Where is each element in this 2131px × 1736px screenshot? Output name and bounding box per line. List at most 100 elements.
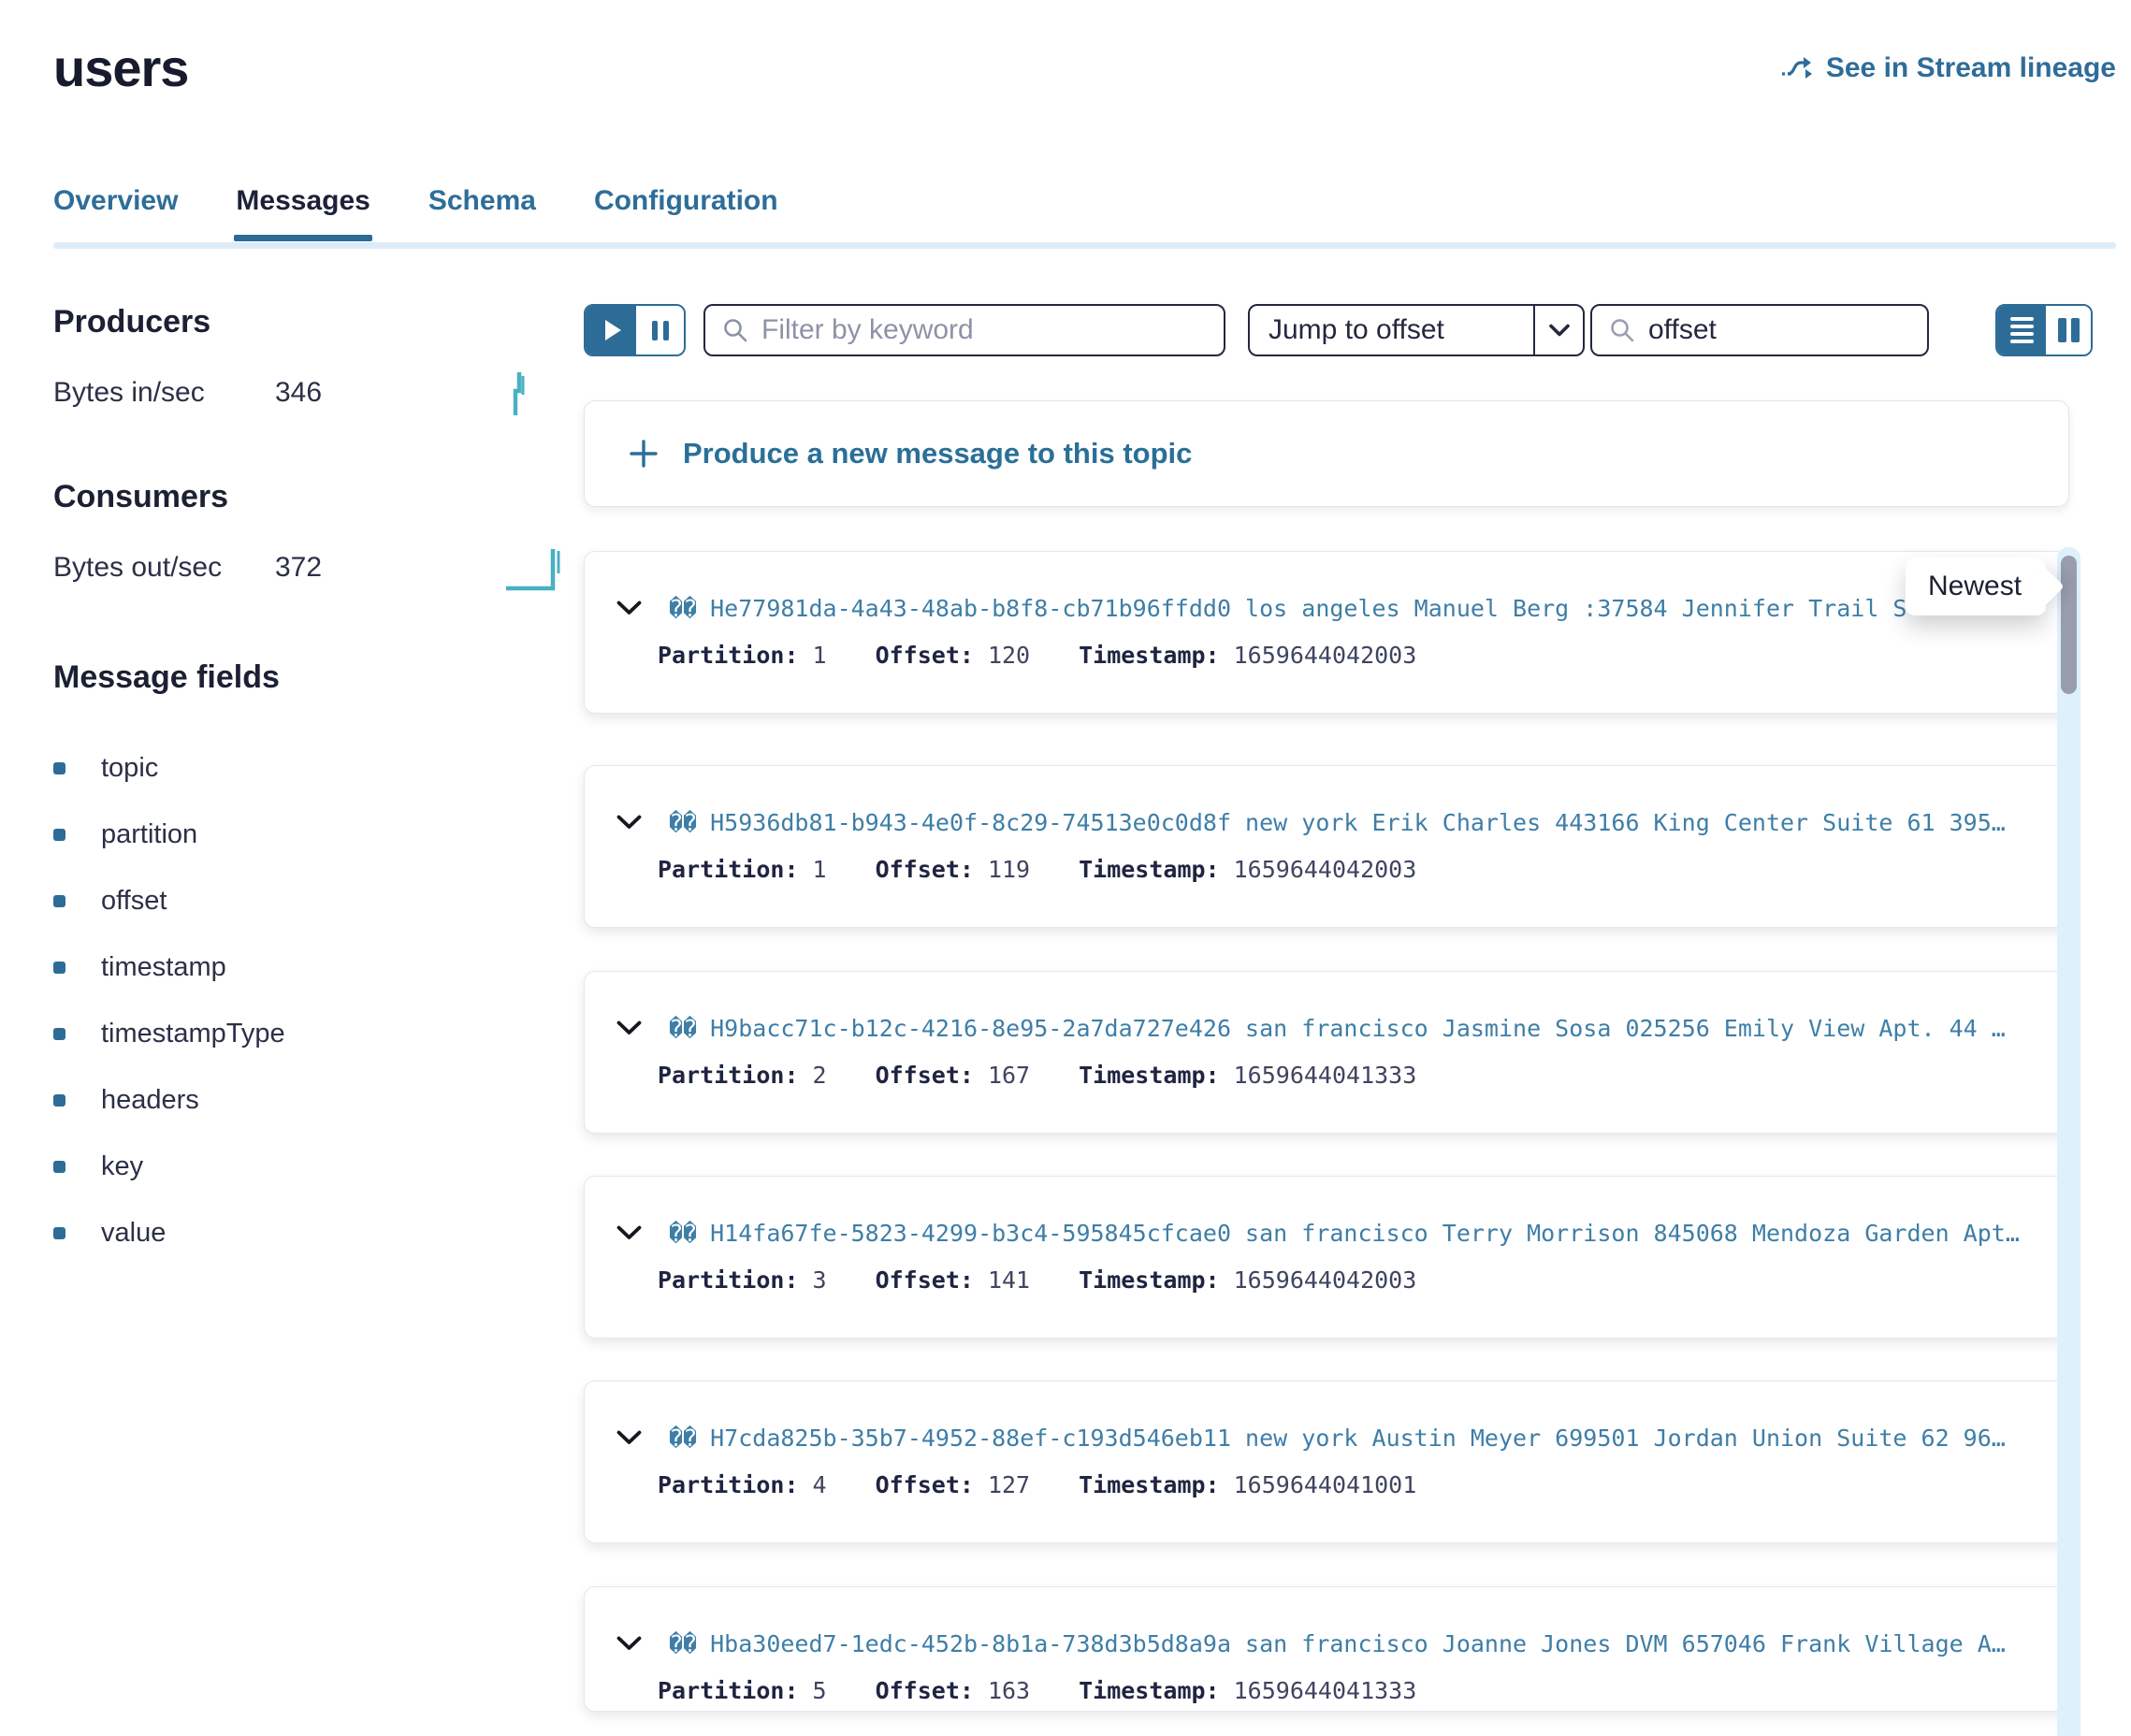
message-preview: ��H9bacc71c-b12c-4216-8e95-2a7da727e426 …	[669, 1015, 2035, 1042]
produce-message-button[interactable]: Produce a new message to this topic	[584, 400, 2069, 507]
active-tab-indicator	[234, 235, 371, 241]
partition-meta: Partition:4	[658, 1471, 827, 1498]
message-preview: ��Hba30eed7-1edc-452b-8b1a-738d3b5d8a9a …	[669, 1630, 2035, 1657]
live-consume-toggle	[584, 304, 686, 356]
list-view-button[interactable]	[1997, 306, 2046, 354]
message-meta: Partition:4 Offset:127 Timestamp:1659644…	[658, 1471, 1416, 1498]
message-list-scrollbar-thumb[interactable]	[2061, 556, 2077, 694]
tab-configuration[interactable]: Configuration	[594, 185, 778, 241]
field-bullet-icon	[53, 895, 65, 907]
field-bullet-icon	[53, 1161, 65, 1173]
partition-meta: Partition:1	[658, 856, 827, 883]
messages-toolbar: Jump to offset	[584, 304, 2092, 356]
newest-tooltip-label: Newest	[1928, 571, 2022, 602]
expand-chevron-icon[interactable]	[616, 1430, 642, 1450]
message-preview-text: H5936db81-b943-4e0f-8c29-74513e0c0d8f ne…	[710, 809, 2006, 836]
keyword-filter-field	[703, 304, 1225, 356]
message-row[interactable]: �� He77981da-4a43-48ab-b8f8-cb71b96ffdd0 …	[584, 551, 2069, 714]
tab-overview[interactable]: Overview	[53, 185, 178, 241]
offset-meta: Offset:141	[876, 1266, 1031, 1294]
play-icon	[605, 320, 621, 340]
field-label: offset	[101, 886, 167, 917]
select-chevron-segment[interactable]	[1533, 306, 1583, 354]
offset-meta: Offset:167	[876, 1062, 1031, 1089]
message-row[interactable]: ��H7cda825b-35b7-4952-88ef-c193d546eb11 …	[584, 1381, 2069, 1543]
field-label: partition	[101, 819, 197, 850]
message-row[interactable]: ��Hba30eed7-1edc-452b-8b1a-738d3b5d8a9a …	[584, 1586, 2069, 1712]
timestamp-meta: Timestamp:1659644042003	[1079, 642, 1416, 669]
timestamp-meta: Timestamp:1659644041333	[1079, 1062, 1416, 1089]
bytes-in-label: Bytes in/sec	[53, 377, 275, 409]
offset-meta: Offset:163	[876, 1677, 1031, 1704]
message-field-item: timestampType	[53, 1001, 540, 1067]
message-field-item: partition	[53, 802, 540, 868]
offset-meta: Offset:127	[876, 1471, 1031, 1498]
producers-heading: Producers	[53, 304, 540, 340]
message-row[interactable]: ��H5936db81-b943-4e0f-8c29-74513e0c0d8f …	[584, 765, 2069, 928]
field-label: value	[101, 1218, 166, 1249]
timestamp-meta: Timestamp:1659644041001	[1079, 1471, 1416, 1498]
expand-chevron-icon[interactable]	[616, 1225, 642, 1245]
tab-track-line	[53, 242, 2116, 249]
message-preview: �� He77981da-4a43-48ab-b8f8-cb71b96ffdd0 …	[669, 595, 2035, 622]
timestamp-meta: Timestamp:1659644042003	[1079, 856, 1416, 883]
message-field-item: topic	[53, 735, 540, 802]
stream-lineage-icon	[1780, 54, 1814, 82]
message-preview-text: H9bacc71c-b12c-4216-8e95-2a7da727e426 sa…	[710, 1015, 2006, 1042]
jump-to-offset-select[interactable]: Jump to offset	[1248, 304, 1585, 356]
message-meta: Partition:1 Offset:120 Timestamp:1659644…	[658, 642, 1416, 669]
message-meta: Partition:2 Offset:167 Timestamp:1659644…	[658, 1062, 1416, 1089]
field-label: topic	[101, 753, 158, 784]
chevron-down-icon	[1548, 324, 1571, 337]
offset-meta: Offset:119	[876, 856, 1031, 883]
list-view-icon	[2010, 317, 2034, 343]
decode-error-glyphs: ��	[669, 595, 697, 622]
pause-button[interactable]	[636, 306, 684, 354]
timestamp-meta: Timestamp:1659644041333	[1079, 1677, 1416, 1704]
expand-chevron-icon[interactable]	[616, 1020, 642, 1040]
keyword-filter-input[interactable]	[761, 314, 1224, 346]
tab-messages[interactable]: Messages	[236, 185, 370, 241]
message-fields-heading: Message fields	[53, 659, 540, 696]
newest-tooltip: Newest	[1906, 557, 2046, 615]
expand-chevron-icon[interactable]	[616, 1636, 642, 1656]
message-meta: Partition:3 Offset:141 Timestamp:1659644…	[658, 1266, 1416, 1294]
message-field-item: value	[53, 1200, 540, 1266]
pause-icon	[652, 321, 658, 340]
message-list-scrollbar-track[interactable]	[2057, 547, 2080, 1736]
message-row[interactable]: ��H9bacc71c-b12c-4216-8e95-2a7da727e426 …	[584, 971, 2069, 1134]
message-field-item: key	[53, 1134, 540, 1200]
message-field-item: timestamp	[53, 934, 540, 1001]
producers-block: Producers Bytes in/sec 346	[53, 304, 540, 417]
field-bullet-icon	[53, 1227, 65, 1239]
field-bullet-icon	[53, 1028, 65, 1040]
tab-bar: Overview Messages Schema Configuration	[53, 185, 2116, 249]
column-view-button[interactable]	[2046, 306, 2091, 354]
field-label: key	[101, 1151, 143, 1182]
topic-messages-page: users See in Stream lineage Overview Mes…	[0, 0, 2131, 1736]
message-row[interactable]: ��H14fa67fe-5823-4299-b3c4-595845cfcae0 …	[584, 1176, 2069, 1338]
offset-search-input[interactable]	[1648, 314, 1927, 346]
field-label: timestampType	[101, 1019, 285, 1049]
message-preview-text: He77981da-4a43-48ab-b8f8-cb71b96ffdd0 lo…	[710, 595, 1906, 622]
page-title: users	[53, 37, 188, 98]
message-preview-text: H14fa67fe-5823-4299-b3c4-595845cfcae0 sa…	[710, 1220, 2020, 1247]
message-meta: Partition:1 Offset:119 Timestamp:1659644…	[658, 856, 1416, 883]
field-bullet-icon	[53, 1094, 65, 1107]
offset-search-field	[1590, 304, 1929, 356]
consumers-heading: Consumers	[53, 479, 540, 515]
play-button[interactable]	[586, 306, 636, 354]
expand-chevron-icon[interactable]	[616, 600, 642, 620]
plus-icon	[629, 439, 659, 469]
tab-schema[interactable]: Schema	[428, 185, 536, 241]
consumers-block: Consumers Bytes out/sec 372	[53, 479, 540, 592]
bytes-in-metric: Bytes in/sec 346	[53, 369, 540, 417]
bytes-out-value: 372	[275, 552, 322, 584]
field-label: headers	[101, 1085, 199, 1116]
message-meta: Partition:5 Offset:163 Timestamp:1659644…	[658, 1677, 1416, 1704]
expand-chevron-icon[interactable]	[616, 815, 642, 834]
message-preview-text: Hba30eed7-1edc-452b-8b1a-738d3b5d8a9a sa…	[710, 1630, 2006, 1657]
decode-error-glyphs: ��	[669, 1425, 697, 1452]
field-label: timestamp	[101, 952, 226, 983]
see-in-stream-lineage-link[interactable]: See in Stream lineage	[1780, 52, 2116, 84]
